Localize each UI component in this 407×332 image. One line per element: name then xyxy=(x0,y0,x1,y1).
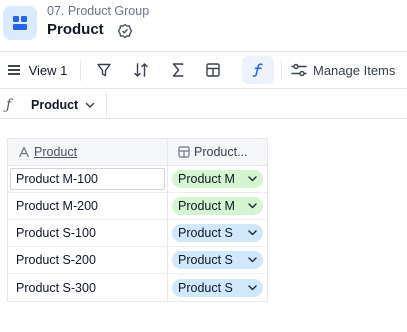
fx-symbol: ƒ xyxy=(6,97,12,113)
breadcrumb[interactable]: 07. Product Group xyxy=(47,4,149,18)
table-row: Product S-100 Product S xyxy=(8,220,267,247)
view-name-label: View 1 xyxy=(28,62,68,78)
function-icon xyxy=(252,63,263,77)
column-header-product[interactable]: Product xyxy=(8,139,168,165)
chevron-down-icon xyxy=(248,257,257,263)
table-row: Product M-100 Product M xyxy=(8,166,267,193)
product-cell[interactable]: Product S-300 xyxy=(8,274,168,301)
hamburger-menu-icon xyxy=(7,65,20,75)
data-grid: Product Product... Product M-100 Product… xyxy=(7,138,268,302)
tag-label: Product M xyxy=(178,172,235,186)
sigma-icon xyxy=(172,63,184,77)
product-group-tag[interactable]: Product S xyxy=(172,251,263,269)
product-group-tag[interactable]: Product S xyxy=(172,224,263,242)
product-group-tag[interactable]: Product S xyxy=(172,278,263,297)
app-grid-icon[interactable] xyxy=(3,6,37,40)
chevron-down-icon xyxy=(248,176,257,182)
grid-header: Product Product... xyxy=(8,139,267,166)
product-group-tag[interactable]: Product M xyxy=(172,197,263,215)
formula-input[interactable] xyxy=(108,92,407,118)
column-header-product-group[interactable]: Product... xyxy=(168,139,267,165)
tag-label: Product M xyxy=(178,199,235,213)
aggregate-button[interactable] xyxy=(164,56,192,84)
sliders-icon xyxy=(291,63,307,77)
tag-label: Product S xyxy=(178,226,233,240)
text-field-icon xyxy=(18,146,30,158)
table-row: Product S-200 Product S xyxy=(8,247,267,274)
field-selector[interactable]: Product xyxy=(22,92,107,118)
chevron-down-icon xyxy=(85,102,95,108)
manage-items-label: Manage Items xyxy=(313,62,396,78)
product-group-cell[interactable]: Product S xyxy=(168,274,267,301)
column-header-label: Product... xyxy=(194,145,248,159)
field-selector-label: Product xyxy=(31,98,79,112)
chevron-down-icon xyxy=(248,230,257,236)
table-row: Product M-200 Product M xyxy=(8,193,267,220)
layout-button[interactable] xyxy=(199,56,227,84)
product-group-cell[interactable]: Product S xyxy=(168,247,267,273)
formula-bar: ƒ Product xyxy=(0,92,407,119)
sort-button[interactable] xyxy=(127,56,155,84)
filter-icon xyxy=(97,63,111,77)
tag-label: Product S xyxy=(178,280,233,295)
view-toolbar: View 1 Manage Items xyxy=(0,51,407,89)
view-menu-button[interactable]: View 1 xyxy=(2,56,72,84)
linked-field-icon xyxy=(178,146,190,158)
toolbar-divider xyxy=(80,61,81,81)
product-cell[interactable]: Product M-200 xyxy=(8,193,168,219)
layout-icon xyxy=(206,63,220,77)
page-title: Product xyxy=(47,21,104,38)
product-cell[interactable]: Product S-200 xyxy=(8,247,168,273)
table-row: Product S-300 Product S xyxy=(8,274,267,301)
toolbar-divider xyxy=(281,61,282,81)
tag-label: Product S xyxy=(178,253,233,267)
verified-badge-icon[interactable] xyxy=(117,23,133,39)
chevron-down-icon xyxy=(248,203,257,209)
product-group-cell[interactable]: Product S xyxy=(168,220,267,246)
product-group-cell[interactable]: Product M xyxy=(168,166,267,192)
product-cell[interactable]: Product S-100 xyxy=(8,220,168,246)
product-group-tag[interactable]: Product M xyxy=(172,170,263,188)
product-group-cell[interactable]: Product M xyxy=(168,193,267,219)
chevron-down-icon xyxy=(248,284,257,290)
formula-button[interactable] xyxy=(242,56,274,84)
app-header: 07. Product Group Product xyxy=(0,0,407,48)
filter-button[interactable] xyxy=(90,56,118,84)
manage-items-button[interactable]: Manage Items xyxy=(291,56,405,84)
column-header-label: Product xyxy=(34,145,78,159)
sort-icon xyxy=(134,63,148,77)
product-cell[interactable]: Product M-100 xyxy=(8,166,168,192)
